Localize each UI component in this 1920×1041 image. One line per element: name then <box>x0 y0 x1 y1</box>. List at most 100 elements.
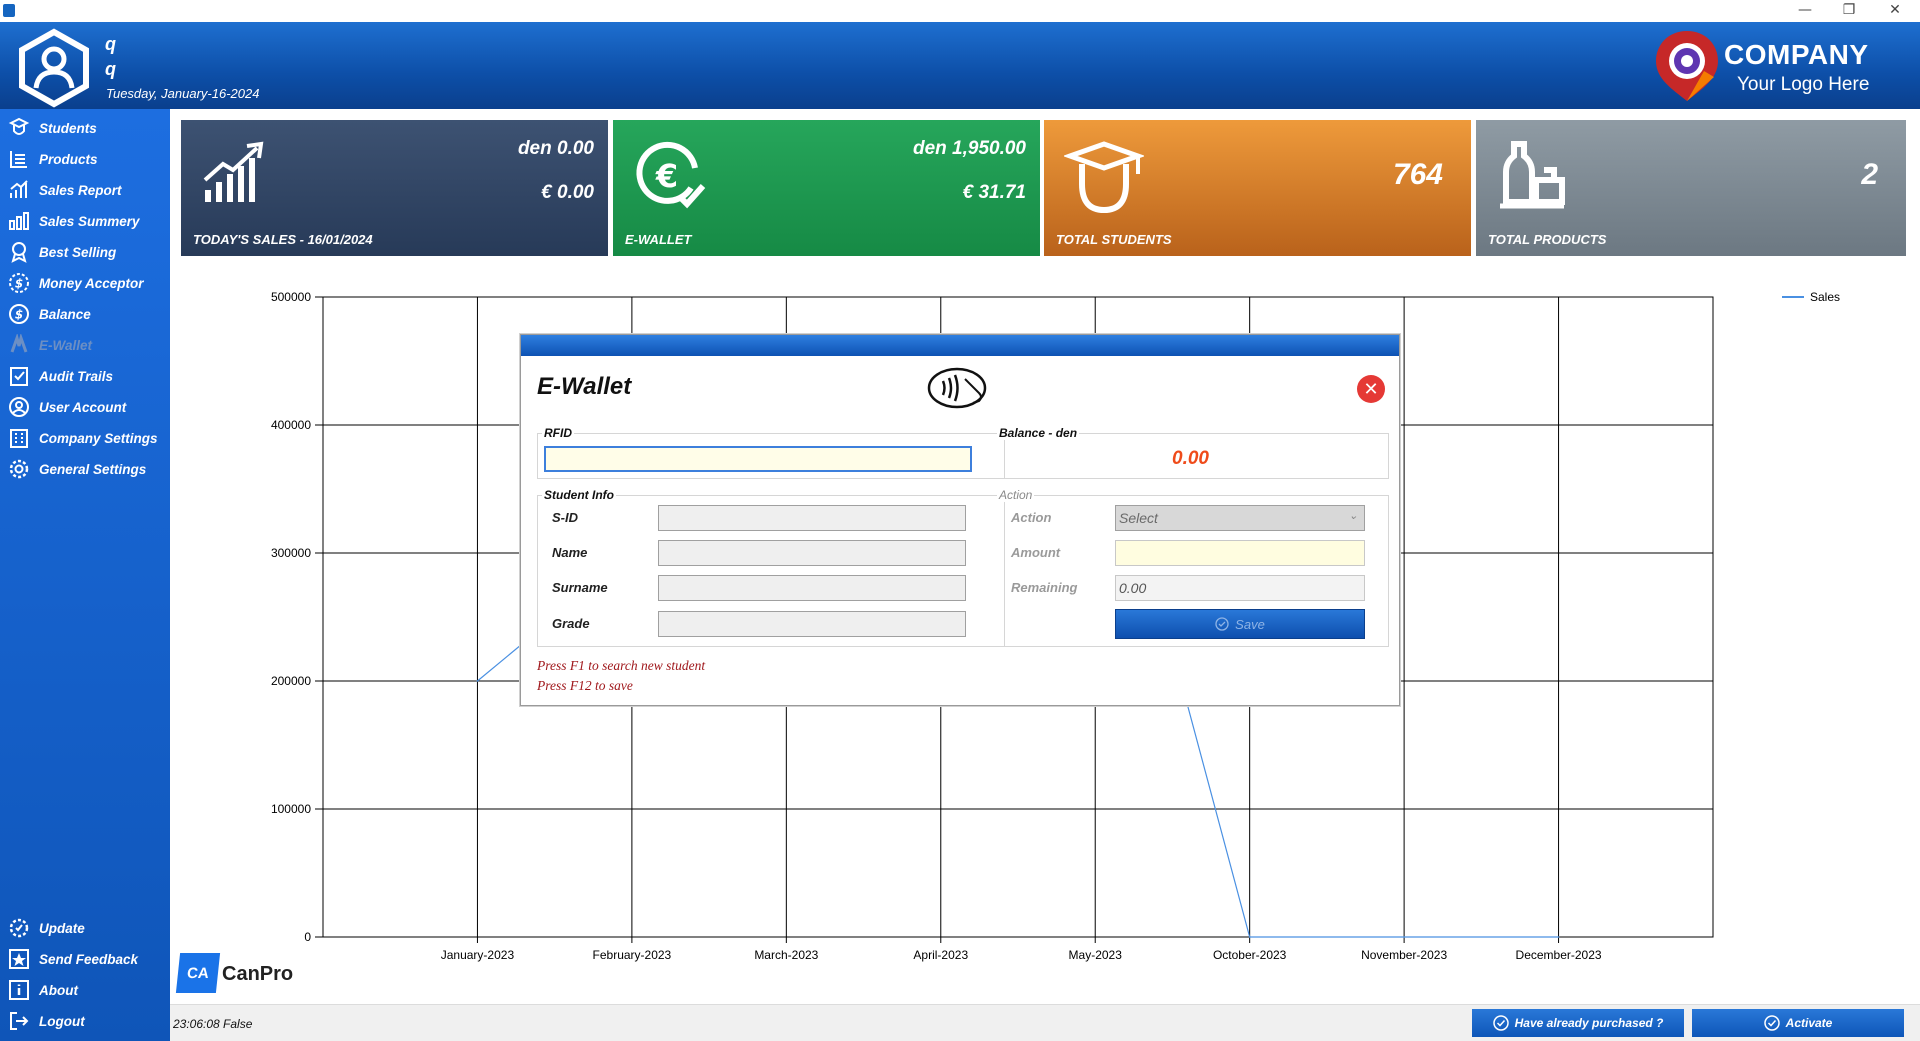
y-tick-label: 200000 <box>271 674 311 688</box>
dollar-circle-icon: $ <box>9 304 29 324</box>
sidebar-item-update[interactable]: Update <box>8 914 170 942</box>
euro-check-icon: € <box>636 141 706 209</box>
sidebar-item-label: Sales Summery <box>39 213 140 229</box>
grade-field[interactable] <box>658 611 966 637</box>
tile-total-students[interactable]: 764 TOTAL STUDENTS <box>1044 120 1471 256</box>
x-tick-label: April-2023 <box>913 948 968 962</box>
sidebar-item-send-feedback[interactable]: Send Feedback <box>8 945 170 973</box>
x-tick-label: February-2023 <box>593 948 672 962</box>
rfid-label: RFID <box>542 426 574 440</box>
action-select-value: Select <box>1119 510 1158 526</box>
ewallet-eur: € 31.71 <box>962 182 1026 203</box>
minimize-button[interactable]: — <box>1782 0 1828 22</box>
sidebar-item-label: Products <box>39 151 98 167</box>
x-tick-label: December-2023 <box>1516 948 1602 962</box>
sidebar-item-balance[interactable]: $ Balance <box>8 300 170 328</box>
surname-field[interactable] <box>658 575 966 601</box>
total-products-value: 2 <box>1861 158 1878 191</box>
data-point <box>1403 936 1405 938</box>
balance-label: Balance - den <box>997 426 1080 440</box>
graduate-icon <box>1064 141 1144 214</box>
sidebar-item-general-settings[interactable]: General Settings <box>8 455 170 483</box>
user-avatar-icon[interactable] <box>14 28 94 108</box>
sidebar-item-label: Send Feedback <box>39 951 139 967</box>
sidebar-item-label: Sales Report <box>39 182 122 198</box>
name-field[interactable] <box>658 540 966 566</box>
logo-pin-icon <box>1656 31 1718 101</box>
sidebar-item-company-settings[interactable]: Company Settings <box>8 424 170 452</box>
sidebar-item-label: General Settings <box>39 461 147 477</box>
svg-text:$: $ <box>15 308 23 322</box>
logo-title: COMPANY <box>1724 39 1869 70</box>
dialog-close-button[interactable]: ✕ <box>1357 375 1385 403</box>
user-surname: q <box>105 59 116 79</box>
surname-label: Surname <box>552 580 608 595</box>
ewallet-den: den 1,950.00 <box>912 138 1026 159</box>
sidebar-item-money-acceptor[interactable]: $ Money Acceptor <box>8 269 170 297</box>
sales-report-icon <box>10 180 28 198</box>
sidebar-item-label: Balance <box>39 306 91 322</box>
todays-sales-label: TODAY'S SALES - 16/01/2024 <box>193 232 373 247</box>
rfid-input[interactable] <box>544 446 972 472</box>
checklist-icon <box>10 367 28 386</box>
hint-search: Press F1 to search new student <box>537 658 706 673</box>
total-products-label: TOTAL PRODUCTS <box>1488 232 1607 247</box>
gear-icon <box>9 459 29 479</box>
sidebar-item-logout[interactable]: Logout <box>8 1007 170 1035</box>
sidebar-item-students[interactable]: Students <box>8 114 170 142</box>
already-purchased-label: Have already purchased ? <box>1514 1016 1664 1030</box>
sidebar-item-products[interactable]: Products <box>8 145 170 173</box>
sidebar-item-label: Logout <box>39 1013 85 1029</box>
tile-todays-sales[interactable]: den 0.00 € 0.00 TODAY'S SALES - 16/01/20… <box>181 120 608 256</box>
action-select[interactable]: Select ⌄ <box>1115 505 1365 531</box>
sidebar-item-label: About <box>39 982 78 998</box>
sidebar-item-label: Company Settings <box>39 430 158 446</box>
check-circle-icon <box>1763 1015 1780 1031</box>
sidebar-item-e-wallet[interactable]: E-Wallet <box>8 331 170 359</box>
grade-label: Grade <box>552 616 590 631</box>
sidebar-item-about[interactable]: About <box>8 976 170 1004</box>
tile-ewallet[interactable]: € den 1,950.00 € 31.71 E-WALLET <box>613 120 1040 256</box>
star-icon <box>9 949 29 969</box>
todays-sales-eur: € 0.00 <box>541 182 594 203</box>
tile-total-products[interactable]: 2 TOTAL PRODUCTS <box>1476 120 1906 256</box>
sidebar-item-label: Best Selling <box>39 244 117 260</box>
sidebar-item-sales-report[interactable]: Sales Report <box>8 176 170 204</box>
sidebar-item-sales-summery[interactable]: Sales Summery <box>8 207 170 235</box>
window-titlebar: — ❐ ✕ <box>0 0 1920 22</box>
building-icon <box>10 429 28 448</box>
current-date: Tuesday, January-16-2024 <box>106 86 260 101</box>
hint-save: Press F12 to save <box>537 678 633 693</box>
svg-text:€: € <box>655 157 678 195</box>
data-point <box>1557 936 1560 938</box>
remaining-label: Remaining <box>1011 580 1078 595</box>
check-circle-icon <box>1492 1015 1509 1031</box>
wifi-icon <box>10 334 28 353</box>
app-icon <box>3 4 15 17</box>
sid-field[interactable] <box>658 505 966 531</box>
bar-chart-icon <box>9 212 29 230</box>
balance-group: Balance - den 0.00 <box>993 426 1389 479</box>
total-students-label: TOTAL STUDENTS <box>1056 232 1172 247</box>
sidebar-item-audit-trails[interactable]: Audit Trails <box>8 362 170 390</box>
x-tick-label: March-2023 <box>754 948 818 962</box>
amount-input[interactable] <box>1115 540 1365 566</box>
update-icon <box>9 918 29 938</box>
action-label: Action <box>1011 510 1052 525</box>
x-tick-label: January-2023 <box>441 948 515 962</box>
save-button-label: Save <box>1235 616 1265 632</box>
sidebar-item-user-account[interactable]: User Account <box>8 393 170 421</box>
sid-label: S-ID <box>552 510 578 525</box>
save-button[interactable]: Save <box>1115 609 1365 639</box>
restore-button[interactable]: ❐ <box>1826 0 1872 22</box>
ewallet-label: E-WALLET <box>625 232 692 247</box>
growth-chart-icon <box>203 141 264 202</box>
todays-sales-den: den 0.00 <box>517 138 594 159</box>
activate-button[interactable]: Activate <box>1692 1009 1904 1037</box>
sidebar-item-best-selling[interactable]: Best Selling <box>8 238 170 266</box>
close-window-button[interactable]: ✕ <box>1872 0 1918 22</box>
already-purchased-button[interactable]: Have already purchased ? <box>1472 1009 1684 1037</box>
sidebar-item-label: Money Acceptor <box>39 275 144 291</box>
x-tick-label: May-2023 <box>1069 948 1123 962</box>
sidebar-item-label: Students <box>39 120 97 136</box>
